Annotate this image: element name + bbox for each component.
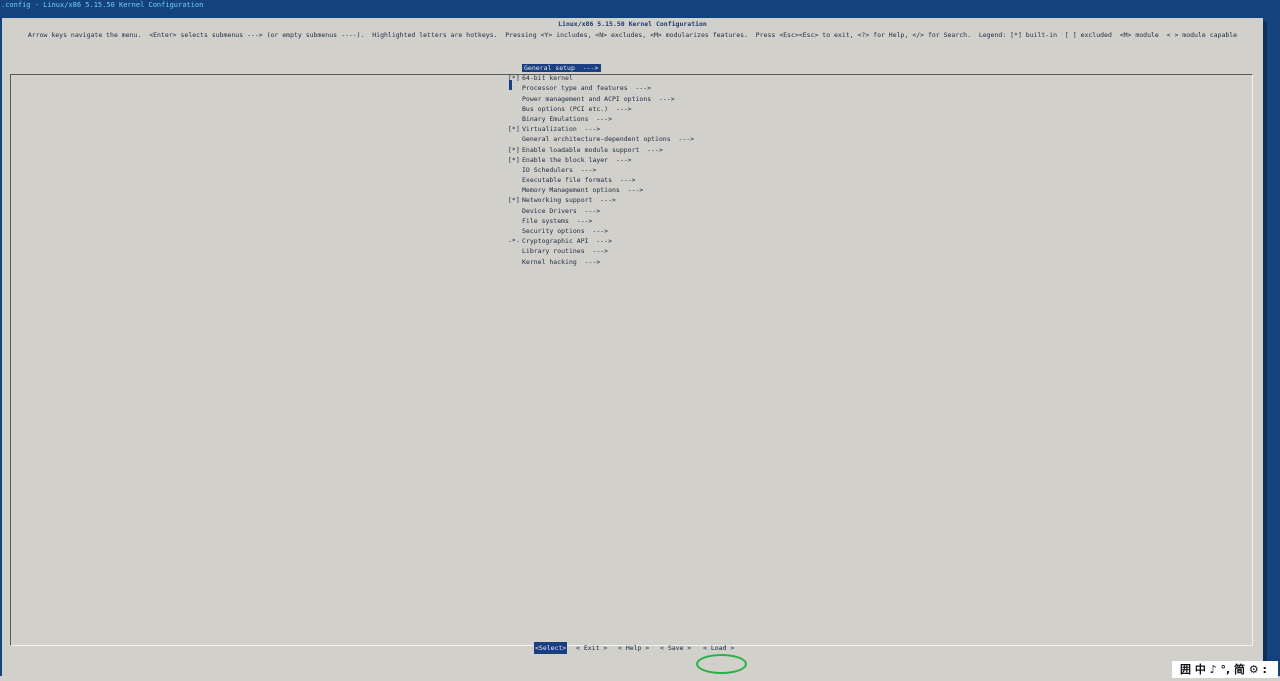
select-button[interactable]: <Select> [534,642,568,654]
menu-item-label: Virtualization ---> [522,125,601,134]
load-button[interactable]: < Load > [703,642,734,654]
menu-item-label: File systems ---> [522,216,593,225]
menu-item-mark: [*] [508,125,520,134]
menu-item-label: Enable loadable module support ---> [522,145,663,154]
menu-item-executable-formats[interactable]: Executable file formats ---> [508,175,768,185]
menu-item-mark: [*] [508,145,520,154]
menu-item-general-setup[interactable]: General setup ---> [508,63,768,73]
menu-item-block-layer[interactable]: [*] Enable the block layer ---> [508,155,768,165]
menu-item-bus-options[interactable]: Bus options (PCI etc.) ---> [508,104,768,114]
menu-item-io-schedulers[interactable]: IO Schedulers ---> [508,165,768,175]
exit-button[interactable]: < Exit > [576,642,607,654]
menu-item-library-routines[interactable]: Library routines ---> [508,246,768,256]
menu-item-label: Device Drivers ---> [522,206,601,215]
menu-item-security-options[interactable]: Security options ---> [508,226,768,236]
window-title: .config - Linux/x86 5.15.50 Kernel Confi… [1,1,204,9]
menu-item-kernel-hacking[interactable]: Kernel hacking ---> [508,257,768,267]
menu-item-label: Executable file formats ---> [522,176,636,185]
menu-item-power-management[interactable]: Power management and ACPI options ---> [508,94,768,104]
menu-item-label: IO Schedulers ---> [522,165,597,174]
menu-item-binary-emulations[interactable]: Binary Emulations ---> [508,114,768,124]
button-bar: <Select> < Exit > < Help > < Save > < Lo… [0,642,1280,654]
menu-item-label: Power management and ACPI options ---> [522,94,675,103]
menu-item-label: Kernel hacking ---> [522,257,601,266]
dialog-help-text: Arrow keys navigate the menu. <Enter> se… [27,31,1238,39]
menu-item-loadable-modules[interactable]: [*] Enable loadable module support ---> [508,145,768,155]
menu-item-processor-type[interactable]: Processor type and features ---> [508,83,768,93]
load-button-annotation-ring [696,654,747,674]
menu-item-label: Library routines ---> [522,247,609,256]
menu-item-mark: -*- [508,237,520,246]
menu-item-label: Binary Emulations ---> [522,114,613,123]
menu-item-label: 64-bit kernel [522,74,573,83]
menu-item-device-drivers[interactable]: Device Drivers ---> [508,206,768,216]
menu-item-label: General architecture-dependent options -… [522,135,695,144]
menu-item-mark: [*] [508,196,520,205]
menu-item-label: Processor type and features ---> [522,84,652,93]
dialog-shadow [1263,22,1267,676]
menu-item-cryptographic-api[interactable]: -*- Cryptographic API ---> [508,236,768,246]
menu-item-mark: [*] [508,74,520,83]
menu-item-label: Bus options (PCI etc.) ---> [522,104,632,113]
save-button[interactable]: < Save > [660,642,691,654]
help-button[interactable]: < Help > [618,642,649,654]
menu-item-networking-support[interactable]: [*] Networking support ---> [508,195,768,205]
menu-item-general-arch[interactable]: General architecture-dependent options -… [508,134,768,144]
menu-item-label: Networking support ---> [522,196,616,205]
menu-item-64-bit-kernel[interactable]: [*] 64-bit kernel [508,73,768,83]
menu-item-label: Cryptographic API ---> [522,237,613,246]
ime-toolbar[interactable]: 囲 中 ♪ °, 简 ⚙ : [1172,661,1278,678]
menu-item-label: Security options ---> [522,227,609,235]
menu-item-label: Enable the block layer ---> [522,155,632,164]
menu-item-memory-management[interactable]: Memory Management options ---> [508,185,768,195]
menu-list: General setup ---> [*] 64-bit kernel Proc… [508,63,768,267]
menu-item-mark: [*] [508,155,520,164]
menu-item-file-systems[interactable]: File systems ---> [508,216,768,226]
dialog-title: Linux/x86 5.15.50 Kernel Configuration [558,20,707,28]
menu-item-virtualization[interactable]: [*] Virtualization ---> [508,124,768,134]
menu-item-label: Memory Management options ---> [522,186,644,195]
bottom-strip [0,676,1280,681]
menu-item-label: General setup ---> [522,64,602,72]
